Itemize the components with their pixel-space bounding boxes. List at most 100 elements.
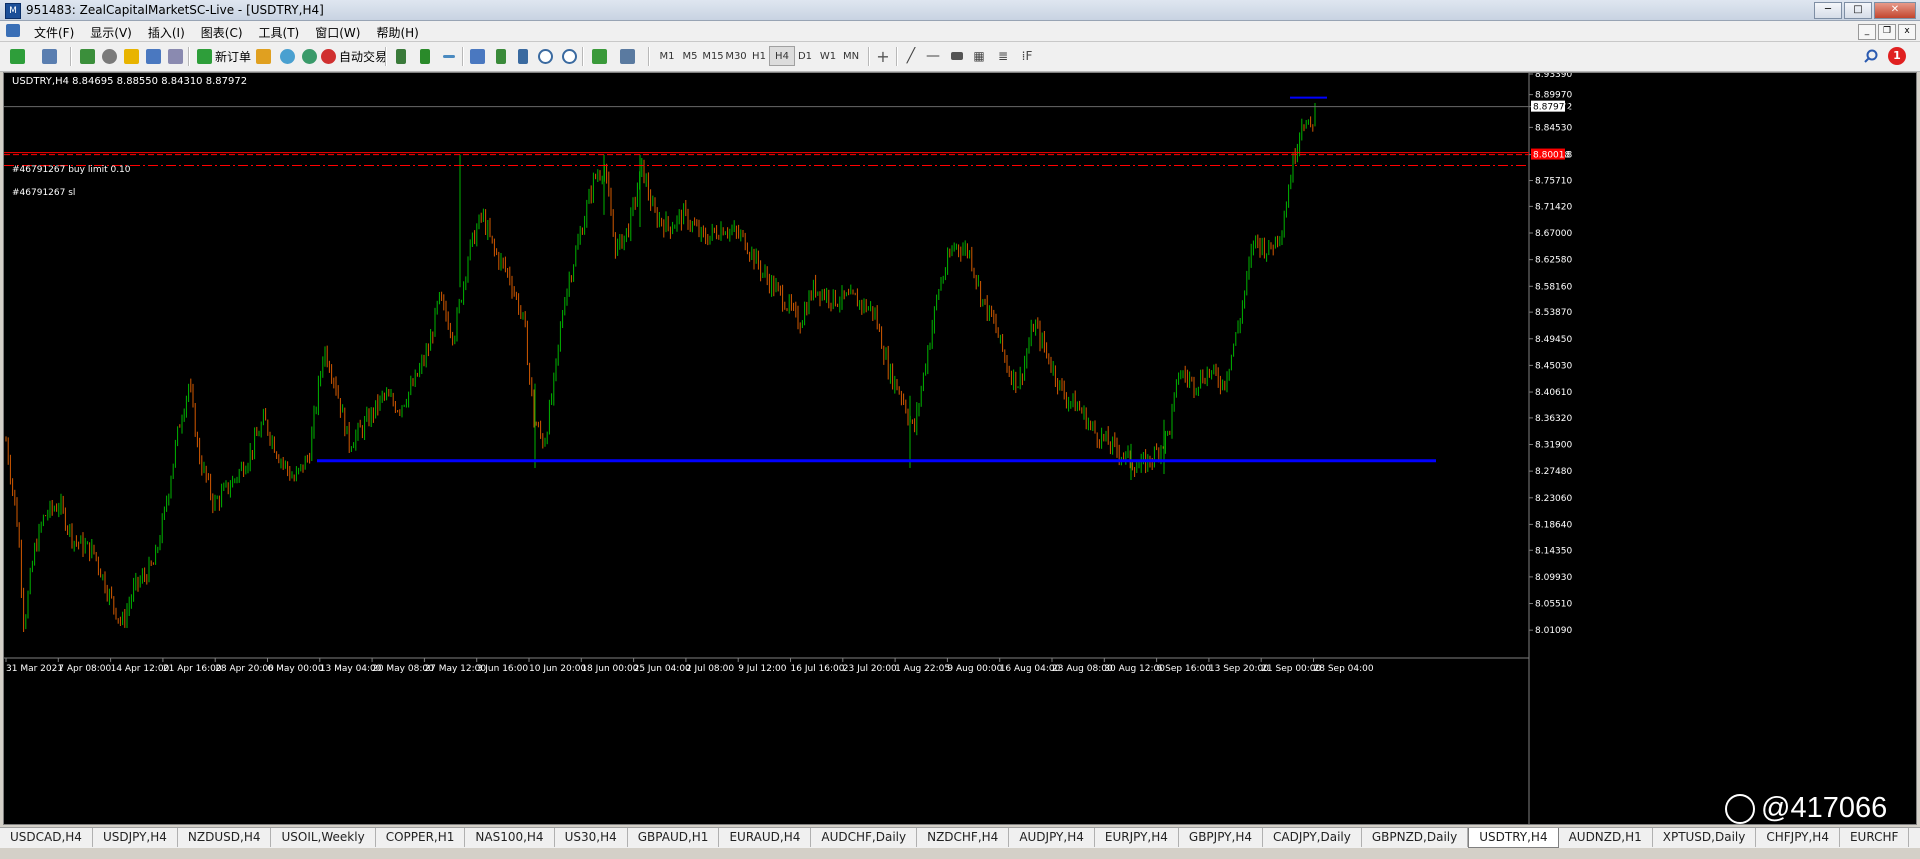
- buy-limit-order-label: #46791267 buy limit 0.10: [12, 165, 131, 175]
- metaeditor-icon[interactable]: [252, 46, 274, 66]
- profiles-icon[interactable]: [38, 46, 60, 66]
- search-icon[interactable]: [1864, 49, 1878, 63]
- rectangle-icon[interactable]: [946, 46, 968, 66]
- current-price-value: 8.87972: [1533, 103, 1570, 113]
- close-button[interactable]: ✕: [1874, 2, 1916, 19]
- price-tick-label: 8.67000: [1535, 229, 1572, 239]
- new-order-icon: [197, 48, 212, 64]
- strategy-tester-icon[interactable]: [164, 46, 186, 66]
- chart-tab[interactable]: US30,H4: [555, 828, 628, 847]
- indicators-icon[interactable]: [588, 46, 610, 66]
- new-order-label: 新订单: [215, 49, 252, 64]
- trendline-icon[interactable]: ╱: [900, 46, 922, 66]
- chart-tab[interactable]: GBPAUD,H1: [628, 828, 720, 847]
- chart-tab[interactable]: GBPJPY,H4: [1179, 828, 1263, 847]
- mdi-close-button[interactable]: x: [1898, 24, 1916, 40]
- minimize-button[interactable]: ─: [1814, 2, 1842, 19]
- chart-tab[interactable]: COPPER,H1: [376, 828, 466, 847]
- line-chart-icon[interactable]: [438, 46, 460, 66]
- chart-tab[interactable]: EURAUD,H4: [719, 828, 812, 847]
- fibonacci-icon[interactable]: ≣: [992, 46, 1014, 66]
- text-label-icon[interactable]: ⁞F: [1016, 46, 1038, 66]
- new-chart-icon[interactable]: [6, 46, 28, 66]
- menu-bar: 文件(F) 显示(V) 插入(I) 图表(C) 工具(T) 窗口(W) 帮助(H) _ ❐ …: [0, 21, 1920, 42]
- price-chart[interactable]: 8.93390 8.89970 8.87972 8.84530 8.80018 8.757…: [4, 73, 1916, 824]
- chart-tab[interactable]: CHFJPY,H4: [1756, 828, 1840, 847]
- menu-item-6[interactable]: 帮助(H): [368, 23, 426, 42]
- zoom-out-icon[interactable]: [558, 46, 580, 66]
- auto-trading-button[interactable]: 自动交易: [318, 46, 390, 66]
- tile-windows-icon[interactable]: [466, 46, 488, 66]
- order-price-value: 8.80018: [1533, 151, 1570, 161]
- time-tick-label: 13 Sep 20:00: [1209, 664, 1269, 674]
- chart-tab[interactable]: AUDNZD,H1: [1559, 828, 1653, 847]
- menu-item-1[interactable]: 显示(V): [82, 23, 140, 42]
- time-tick-label: 10 Jun 20:00: [529, 664, 586, 674]
- time-tick-label: 9 Jul 12:00: [738, 664, 787, 674]
- new-order-button[interactable]: 新订单: [194, 46, 254, 66]
- chart-tab[interactable]: EURJPY,H4: [1095, 828, 1179, 847]
- chart-tab[interactable]: NAS100,H4: [465, 828, 555, 847]
- notification-icon[interactable]: 1: [1888, 47, 1906, 65]
- auto-trading-label: 自动交易: [339, 49, 388, 64]
- crosshair-icon[interactable]: +: [872, 46, 894, 66]
- mdi-restore-button[interactable]: ❐: [1878, 24, 1896, 40]
- window-title: 951483: ZealCapitalMarketSC-Live - [USDT…: [26, 3, 324, 17]
- chart-shift-icon[interactable]: [512, 46, 534, 66]
- menu-item-2[interactable]: 插入(I): [140, 23, 193, 42]
- time-tick-label: 14 Apr 12:00: [111, 664, 170, 674]
- chart-tab[interactable]: NZDUSD,H4: [178, 828, 272, 847]
- periodicity-icon[interactable]: [616, 46, 638, 66]
- chart-tab[interactable]: NZDCHF,H4: [917, 828, 1010, 847]
- price-tick-label: 8.31900: [1535, 441, 1572, 451]
- maximize-button[interactable]: □: [1844, 2, 1872, 19]
- mdi-minimize-button[interactable]: _: [1858, 24, 1876, 40]
- price-tick-label: 8.89970: [1535, 91, 1572, 101]
- timeframe-mn-button[interactable]: MN: [838, 46, 864, 66]
- chart-tab[interactable]: XPTUSD,Daily: [1653, 828, 1757, 847]
- time-tick-label: 9 Aug 00:00: [947, 664, 1002, 674]
- chart-window-icon[interactable]: [6, 24, 20, 37]
- time-tick-label: 16 Jul 16:00: [791, 664, 845, 674]
- chart-tab[interactable]: USDCAD,H4: [0, 828, 93, 847]
- price-tick-label: 8.62580: [1535, 256, 1572, 266]
- menu-item-5[interactable]: 窗口(W): [307, 23, 368, 42]
- bar-chart-icon[interactable]: [390, 46, 412, 66]
- menu-item-0[interactable]: 文件(F): [26, 23, 82, 42]
- chart-tab[interactable]: GBPNZD,Daily: [1362, 828, 1469, 847]
- data-window-icon[interactable]: [98, 46, 120, 66]
- chart-tab[interactable]: AUDCHF,Daily: [811, 828, 918, 847]
- price-tick-label: 8.01090: [1535, 626, 1572, 636]
- terminal-icon[interactable]: [142, 46, 164, 66]
- time-tick-label: 31 Mar 2021: [6, 664, 63, 674]
- candlestick-icon[interactable]: [414, 46, 436, 66]
- chart-tab[interactable]: AUDJPY,H4: [1009, 828, 1095, 847]
- chart-tab[interactable]: CADJPY,Daily: [1263, 828, 1362, 847]
- chart-window[interactable]: 8.93390 8.89970 8.87972 8.84530 8.80018 8.757…: [3, 72, 1917, 825]
- window-controls: ─ □ ✕: [1814, 2, 1916, 19]
- price-tick-label: 8.05510: [1535, 600, 1572, 610]
- horizontal-line-icon[interactable]: —: [922, 46, 944, 66]
- time-tick-label: 3 Jun 16:00: [477, 664, 529, 674]
- zoom-in-icon[interactable]: [534, 46, 556, 66]
- menu-items: 文件(F) 显示(V) 插入(I) 图表(C) 工具(T) 窗口(W) 帮助(H): [26, 23, 427, 42]
- stop-loss-label: #46791267 sl: [12, 188, 76, 198]
- price-tick-label: 8.53870: [1535, 308, 1572, 318]
- navigator-icon[interactable]: [120, 46, 142, 66]
- chart-tab[interactable]: USDTRY,H4: [1468, 828, 1559, 848]
- price-tick-label: 8.49450: [1535, 335, 1572, 345]
- menu-item-3[interactable]: 图表(C): [193, 23, 251, 42]
- status-bar: [0, 848, 1920, 859]
- signals-icon[interactable]: [298, 46, 320, 66]
- auto-scroll-icon[interactable]: [490, 46, 512, 66]
- channel-icon[interactable]: ▦: [968, 46, 990, 66]
- chart-tab[interactable]: EURCHF: [1840, 828, 1910, 847]
- chart-tab[interactable]: USOIL,Weekly: [271, 828, 376, 847]
- menu-item-4[interactable]: 工具(T): [251, 23, 308, 42]
- chart-tab[interactable]: USDJPY,H4: [93, 828, 178, 847]
- market-watch-icon[interactable]: [76, 46, 98, 66]
- time-tick-label: 7 Apr 08:00: [58, 664, 111, 674]
- price-tick-label: 8.09930: [1535, 573, 1572, 583]
- price-tick-label: 8.45030: [1535, 361, 1572, 371]
- community-icon[interactable]: [276, 46, 298, 66]
